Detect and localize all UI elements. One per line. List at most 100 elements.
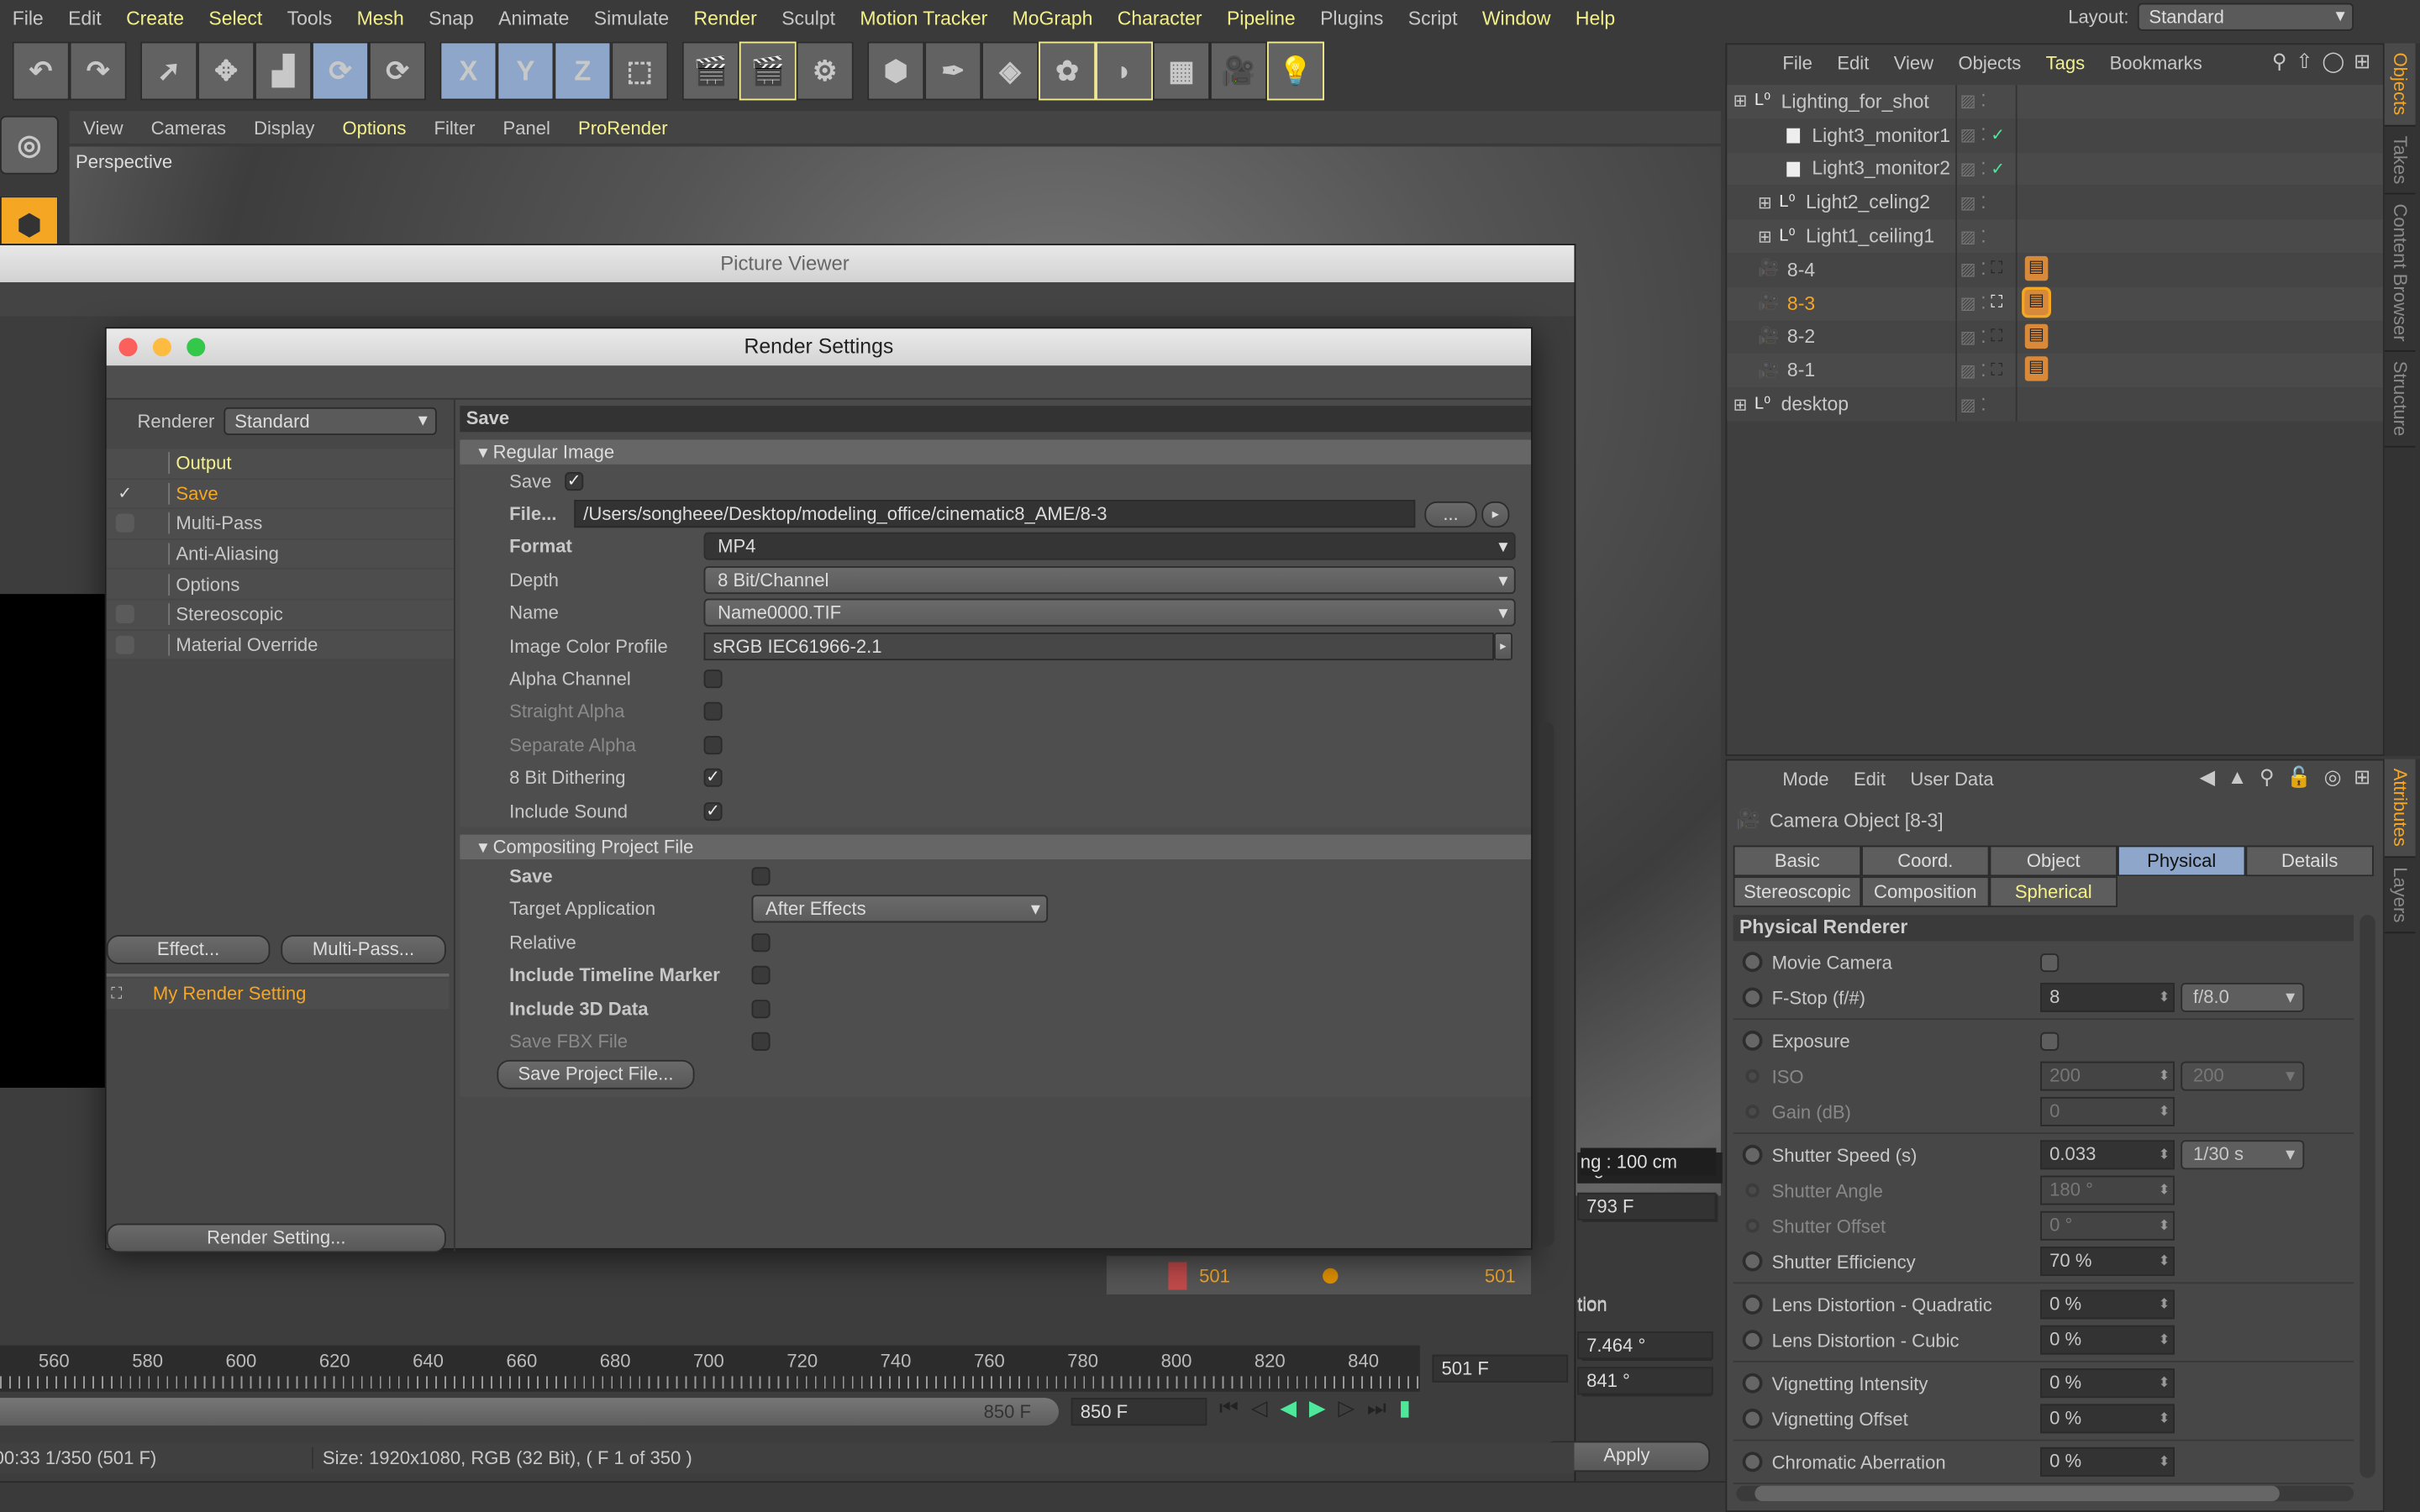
back-arrow-icon[interactable]: ◀ <box>2200 765 2215 790</box>
horizontal-scrollbar[interactable] <box>1736 1485 2354 1502</box>
end-frame-field[interactable]: 850 F <box>1071 1398 1207 1426</box>
animation-radio[interactable] <box>1742 1408 1763 1429</box>
viewport-menu-view[interactable]: View <box>70 117 137 139</box>
depth-dropdown[interactable]: 8 Bit/Channel <box>703 565 1516 594</box>
object-name[interactable]: desktop <box>1781 393 1951 415</box>
light-icon[interactable]: 💡 <box>1266 41 1324 101</box>
nav-item-multi-pass[interactable]: Multi-Pass <box>106 509 455 540</box>
effect-button[interactable]: Effect... <box>106 935 271 964</box>
history-list-row[interactable]: 501 501 <box>1106 1256 1532 1295</box>
visibility-dots-icon[interactable]: ⁚ <box>1981 159 1986 179</box>
tab-stereoscopic[interactable]: Stereoscopic <box>1733 876 1862 907</box>
straight-alpha-checkbox[interactable] <box>703 702 723 722</box>
iso-dropdown[interactable]: 200 <box>2181 1061 2305 1091</box>
8-bit-dithering-checkbox[interactable]: ✓ <box>703 769 723 788</box>
frame-range-slider[interactable]: 850 F <box>0 1398 1059 1426</box>
compositing-tag-icon[interactable]: ⛶ <box>1991 360 2002 381</box>
floor-icon[interactable]: ▦ <box>1153 41 1210 101</box>
iso-field[interactable]: 200 <box>2040 1061 2175 1091</box>
search-icon[interactable]: ⚲ <box>2272 50 2287 74</box>
pen-icon[interactable]: ✒ <box>924 41 982 101</box>
tab-basic[interactable]: Basic <box>1733 845 1862 877</box>
tab-coord[interactable]: Coord. <box>1861 845 1990 877</box>
format-dropdown[interactable]: MP4 <box>703 533 1516 561</box>
deformer-icon[interactable]: ◗ <box>1096 41 1154 101</box>
animation-radio[interactable] <box>1742 1144 1763 1165</box>
comp-save-checkbox[interactable] <box>751 867 771 886</box>
arrow-right-icon[interactable]: ▸ <box>1481 501 1510 528</box>
animation-radio[interactable] <box>1742 1452 1763 1473</box>
close-icon[interactable] <box>118 338 138 357</box>
animation-radio[interactable] <box>1742 987 1763 1008</box>
render-tag-icon[interactable]: ▤ <box>2024 323 2049 349</box>
move-icon[interactable]: ✥ <box>197 41 255 101</box>
vertical-scrollbar[interactable] <box>2360 915 2375 1478</box>
target-icon[interactable]: ◎ <box>2324 765 2342 790</box>
alpha-channel-checkbox[interactable] <box>703 669 723 689</box>
menu-simulate[interactable]: Simulate <box>581 8 681 29</box>
layer-icon[interactable]: ▨ <box>1960 260 1976 280</box>
attr-menu-user-data[interactable]: User Data <box>1910 769 1993 790</box>
y-axis-icon[interactable]: Y <box>497 41 555 101</box>
step-back-icon[interactable]: ◁ <box>1251 1394 1268 1420</box>
shutter-offset-field[interactable]: 0 ° <box>2040 1210 2175 1241</box>
menu-help[interactable]: Help <box>1563 8 1628 29</box>
zoom-icon[interactable] <box>187 338 206 357</box>
compositing-tag-icon[interactable]: ⛶ <box>1991 327 2002 347</box>
visibility-dots-icon[interactable]: ⁚ <box>1981 360 1986 381</box>
tab-physical[interactable]: Physical <box>2117 845 2246 877</box>
play-forward-icon[interactable]: ▶ <box>1309 1394 1326 1420</box>
value-field-1[interactable]: 7.464 ° <box>1577 1331 1713 1360</box>
frame-field[interactable]: 793 F <box>1577 1192 1717 1221</box>
vignetting-offset-field[interactable]: 0 % <box>2040 1404 2175 1434</box>
renderer-dropdown[interactable]: Standard <box>224 407 437 435</box>
compositing-header[interactable]: ▾ Compositing Project File <box>460 835 1532 860</box>
lens-distortion-cubic-field[interactable]: 0 % <box>2040 1325 2175 1355</box>
rotate-icon[interactable]: ⟳ <box>312 41 369 101</box>
tree-row-light2-celing2[interactable]: ⊞ L⁰ Light2_celing2 ▨ ⁚ <box>1727 186 2383 220</box>
visibility-dots-icon[interactable]: ⁚ <box>1981 293 1986 313</box>
animation-radio[interactable] <box>1742 1294 1763 1315</box>
relative-checkbox[interactable] <box>751 932 771 952</box>
animation-radio[interactable] <box>1742 1030 1763 1051</box>
include-3d-data-checkbox[interactable] <box>751 999 771 1018</box>
scale-icon[interactable]: ▟ <box>255 41 313 101</box>
tree-row-8-3[interactable]: 🎥 8-3 ▨ ⁚ ⛶ ▤ <box>1727 286 2383 321</box>
coordinate-system-icon[interactable]: ⬚ <box>611 41 669 101</box>
menu-script[interactable]: Script <box>1396 8 1470 29</box>
om-menu-view[interactable]: View <box>1894 52 1933 74</box>
include-sound-checkbox[interactable]: ✓ <box>703 801 723 821</box>
animation-radio[interactable] <box>1745 1219 1760 1233</box>
exposure-checkbox[interactable] <box>2040 1031 2060 1050</box>
viewport-menu-filter[interactable]: Filter <box>420 117 489 139</box>
tree-row-8-2[interactable]: 🎥 8-2 ▨ ⁚ ⛶ ▤ <box>1727 320 2383 354</box>
visibility-dots-icon[interactable]: ⁚ <box>1981 327 1986 347</box>
object-name[interactable]: Light1_ceiling1 <box>1806 225 1975 247</box>
gain-db-field[interactable]: 0 <box>2040 1096 2175 1126</box>
layer-icon[interactable]: ▨ <box>1960 159 1976 179</box>
tree-row-light1-ceiling1[interactable]: ⊞ L⁰ Light1_ceiling1 ▨ ⁚ <box>1727 219 2383 254</box>
render-tag-icon[interactable]: ▤ <box>2022 286 2052 318</box>
viewport-menu-display[interactable]: Display <box>240 117 329 139</box>
object-name[interactable]: Light2_celing2 <box>1806 192 1975 213</box>
save-checkbox[interactable]: ✓ <box>565 471 584 491</box>
menu-snap[interactable]: Snap <box>416 8 486 29</box>
camera-icon[interactable]: 🎥 <box>1209 41 1267 101</box>
multi-pass-button[interactable]: Multi-Pass... <box>281 935 446 964</box>
home-icon[interactable]: ⇧ <box>2296 50 2312 74</box>
layer-icon[interactable]: ▨ <box>1960 226 1976 246</box>
menu-render[interactable]: Render <box>681 8 770 29</box>
enable-checkbox[interactable]: ✓ <box>116 485 134 503</box>
nav-item-output[interactable]: Output <box>106 449 455 480</box>
menu-file[interactable]: File <box>0 8 55 29</box>
menu-edit[interactable]: Edit <box>55 8 113 29</box>
tree-row-8-1[interactable]: 🎥 8-1 ▨ ⁚ ⛶ ▤ <box>1727 354 2383 388</box>
new-panel-icon[interactable]: ⊞ <box>2354 765 2370 790</box>
shutter-efficiency-field[interactable]: 70 % <box>2040 1247 2175 1276</box>
lens-distortion-quadratic-field[interactable]: 0 % <box>2040 1289 2175 1320</box>
render-tag-icon[interactable]: ▤ <box>2024 255 2049 281</box>
compositing-tag-icon[interactable]: ⛶ <box>1991 260 2002 280</box>
target-application-dropdown[interactable]: After Effects <box>751 895 1049 924</box>
menu-sculpt[interactable]: Sculpt <box>770 8 848 29</box>
viewport-menu-prorender[interactable]: ProRender <box>564 117 681 139</box>
